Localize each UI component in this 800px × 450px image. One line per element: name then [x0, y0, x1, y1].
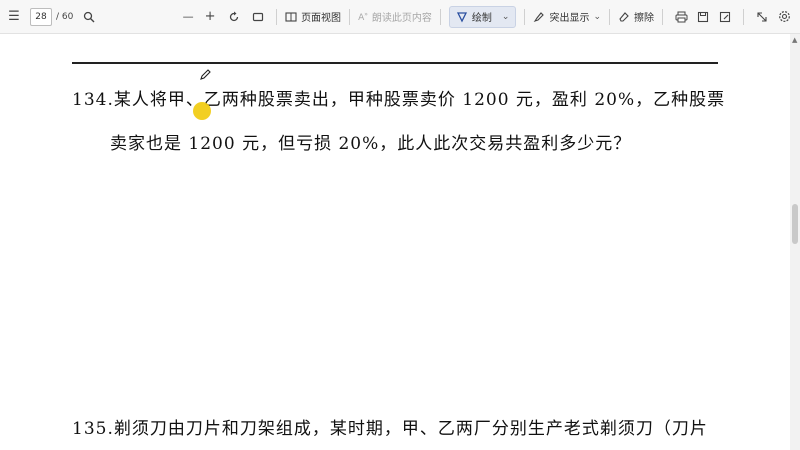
vertical-scrollbar[interactable]: ▲: [790, 34, 800, 450]
toolbar-divider: [439, 8, 441, 25]
scroll-up-icon[interactable]: ▲: [792, 36, 797, 44]
contents-menu-icon[interactable]: ☰: [4, 6, 24, 28]
search-icon[interactable]: [79, 6, 99, 28]
chevron-down-icon[interactable]: ⌄: [502, 12, 510, 22]
fit-page-icon[interactable]: [248, 6, 268, 28]
question-134-line-2: 卖家也是 1200 元，但亏损 20%，此人此次交易共盈利多少元？: [110, 134, 632, 154]
toolbar-divider: [743, 8, 744, 25]
read-aloud-button[interactable]: A» 朗读此页内容: [358, 6, 432, 28]
toolbar-divider: [524, 8, 526, 25]
highlighter-icon: [534, 11, 545, 22]
read-aloud-label: 朗读此页内容: [371, 13, 432, 24]
toolbar-divider: [609, 8, 610, 25]
page-total-label: / 60: [56, 11, 74, 22]
section-rule: [72, 62, 718, 64]
pointer-highlight: [193, 102, 211, 120]
settings-gear-icon[interactable]: [774, 6, 794, 28]
scrollbar-thumb[interactable]: [792, 204, 798, 244]
draw-button[interactable]: 绘制 ⌄: [448, 5, 517, 28]
read-aloud-icon: A»: [358, 10, 368, 23]
highlight-label: 突出显示: [549, 13, 590, 24]
toolbar-divider: [276, 8, 278, 25]
highlight-button[interactable]: 突出显示 ⌄: [533, 6, 601, 28]
pencil-cursor-icon: [200, 69, 211, 80]
question-135-line-1: 135.剃须刀由刀片和刀架组成，某时期，甲、乙两厂分别生产老式剃须刀（刀片: [72, 419, 708, 439]
chevron-down-icon[interactable]: ⌄: [593, 12, 601, 22]
draw-label: 绘制: [471, 13, 492, 24]
print-icon[interactable]: [671, 6, 691, 28]
zoom-out-button[interactable]: —: [178, 6, 198, 28]
page-view-icon: [285, 11, 297, 22]
eraser-icon: [619, 11, 629, 22]
page-view-label: 页面视图: [301, 13, 342, 24]
draw-pen-icon: [456, 11, 467, 22]
rotate-icon[interactable]: [224, 6, 244, 28]
zoom-in-button[interactable]: +: [200, 6, 220, 28]
page-number-input[interactable]: 28: [30, 7, 52, 26]
save-as-icon[interactable]: [715, 6, 735, 28]
erase-button[interactable]: 擦除: [618, 6, 654, 28]
save-icon[interactable]: [693, 6, 713, 28]
page-view-button[interactable]: 页面视图: [285, 6, 341, 28]
pdf-page: 134.某人将甲、乙两种股票卖出，甲种股票卖价 1200 元，盈利 20%，乙种…: [0, 34, 790, 450]
toolbar-divider: [349, 8, 351, 25]
erase-label: 擦除: [634, 13, 654, 24]
question-134-line-1: 134.某人将甲、乙两种股票卖出，甲种股票卖价 1200 元，盈利 20%，乙种…: [72, 90, 726, 110]
pdf-toolbar: ☰ 28 / 60 — + 页面视图 A» 朗读此页内容 绘制 ⌄ 突出显示 ⌄…: [0, 0, 800, 34]
fullscreen-icon[interactable]: [752, 6, 772, 28]
toolbar-divider: [662, 8, 663, 25]
